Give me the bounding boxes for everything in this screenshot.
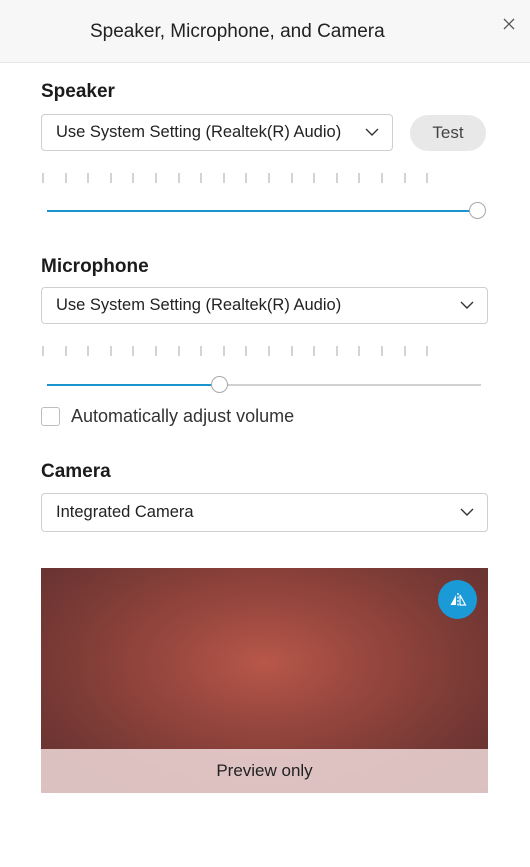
meter-tick <box>335 173 338 183</box>
meter-tick <box>87 346 90 356</box>
mirror-flip-icon <box>450 592 467 607</box>
slider-thumb[interactable] <box>211 376 228 393</box>
meter-tick <box>109 346 112 356</box>
speaker-device-value: Use System Setting (Realtek(R) Audio) <box>56 123 342 141</box>
speaker-device-select[interactable]: Use System Setting (Realtek(R) Audio) <box>41 114 393 151</box>
meter-tick <box>177 346 180 356</box>
auto-adjust-label: Automatically adjust volume <box>71 406 295 426</box>
microphone-volume-slider[interactable] <box>47 375 481 395</box>
meter-tick <box>268 346 270 356</box>
speaker-test-button[interactable]: Test <box>410 115 486 151</box>
meter-tick <box>64 346 67 356</box>
slider-thumb[interactable] <box>469 202 486 219</box>
camera-device-select[interactable]: Integrated Camera <box>41 493 488 532</box>
camera-preview: Preview only <box>41 568 488 793</box>
chevron-down-icon <box>364 125 380 141</box>
auto-adjust-checkbox[interactable] <box>41 407 60 426</box>
meter-tick <box>426 346 429 356</box>
preview-caption: Preview only <box>41 749 488 793</box>
dialog-title: Speaker, Microphone, and Camera <box>90 21 385 42</box>
meter-tick <box>222 173 225 183</box>
speaker-section-label: Speaker <box>41 81 115 102</box>
meter-tick <box>358 173 361 183</box>
meter-tick <box>132 346 135 356</box>
meter-tick <box>245 173 248 183</box>
meter-tick <box>245 346 248 356</box>
meter-tick <box>87 173 90 183</box>
close-button[interactable] <box>496 11 522 37</box>
meter-tick <box>335 346 338 356</box>
meter-tick <box>64 173 67 183</box>
chevron-down-icon <box>459 298 475 314</box>
speaker-volume-slider[interactable] <box>47 201 486 221</box>
meter-tick <box>177 173 180 183</box>
meter-tick <box>358 346 361 356</box>
mirror-video-button[interactable] <box>438 580 477 619</box>
microphone-level-meter <box>41 346 441 356</box>
speaker-level-meter <box>41 173 441 183</box>
meter-tick <box>268 173 270 183</box>
meter-tick <box>155 173 157 183</box>
camera-section-label: Camera <box>41 461 111 482</box>
meter-tick <box>200 173 203 183</box>
meter-tick <box>290 173 293 183</box>
auto-adjust-row[interactable]: Automatically adjust volume <box>41 406 294 427</box>
meter-tick <box>132 173 135 183</box>
microphone-device-select[interactable]: Use System Setting (Realtek(R) Audio) <box>41 287 488 324</box>
slider-fill <box>47 210 477 212</box>
camera-device-value: Integrated Camera <box>56 503 194 521</box>
meter-tick <box>290 346 293 356</box>
meter-tick <box>200 346 203 356</box>
meter-tick <box>381 346 383 356</box>
meter-tick <box>109 173 112 183</box>
meter-tick <box>381 173 383 183</box>
meter-tick <box>403 173 406 183</box>
slider-fill <box>47 384 219 386</box>
dialog-header: Speaker, Microphone, and Camera <box>0 0 530 63</box>
meter-tick <box>42 346 44 356</box>
chevron-down-icon <box>459 505 475 521</box>
meter-tick <box>313 346 316 356</box>
microphone-device-value: Use System Setting (Realtek(R) Audio) <box>56 296 342 314</box>
meter-tick <box>403 346 406 356</box>
meter-tick <box>313 173 316 183</box>
meter-tick <box>155 346 157 356</box>
microphone-section-label: Microphone <box>41 256 149 277</box>
meter-tick <box>42 173 44 183</box>
meter-tick <box>426 173 429 183</box>
close-icon <box>503 18 515 30</box>
meter-tick <box>222 346 225 356</box>
